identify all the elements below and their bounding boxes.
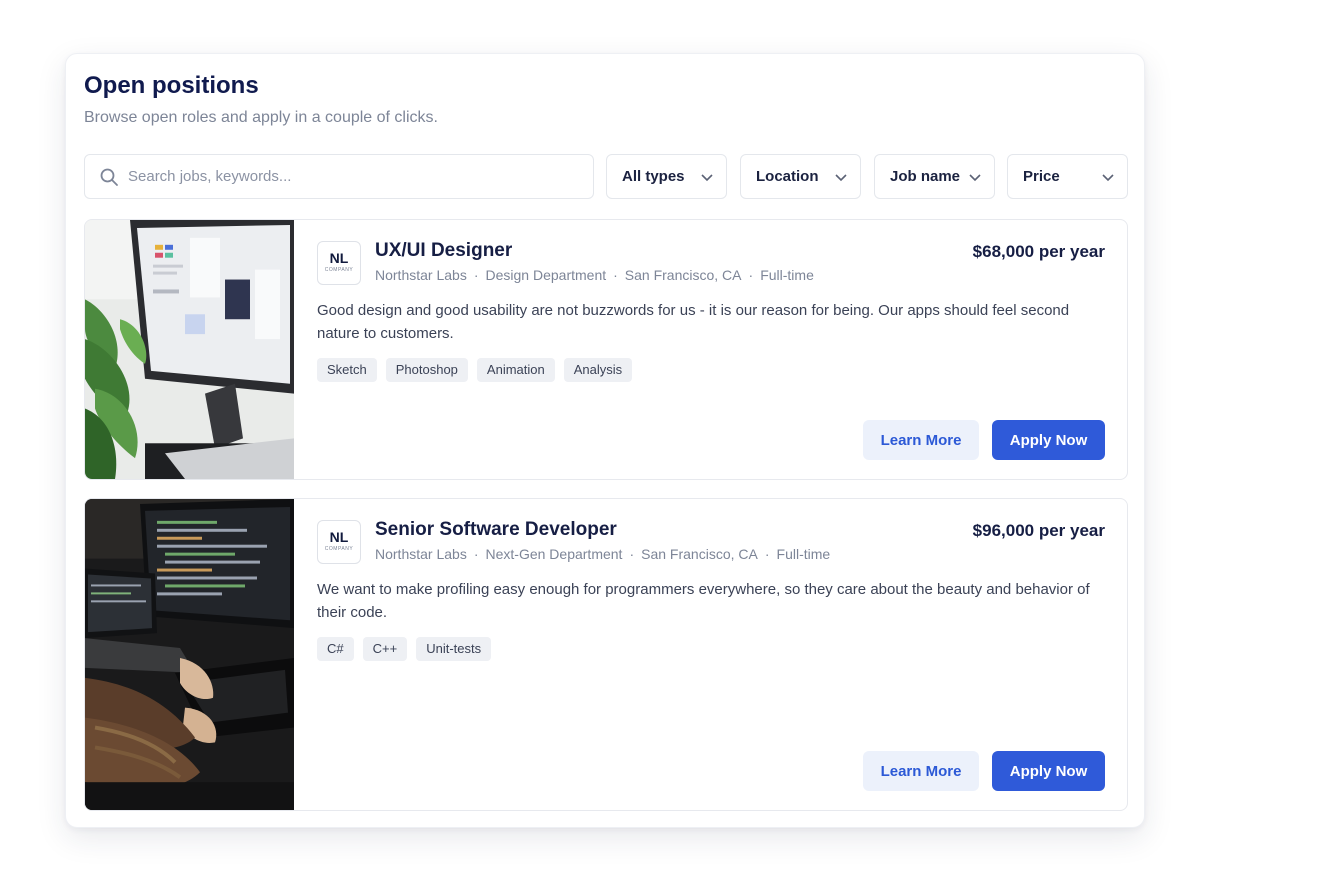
logo-caption: COMPANY (324, 546, 354, 552)
skill-tag: Sketch (317, 358, 377, 382)
chevron-down-icon (701, 173, 713, 181)
page-subtitle: Browse open roles and apply in a couple … (84, 109, 438, 126)
filter-label: Location (756, 168, 819, 185)
search-icon (100, 168, 118, 186)
search-input[interactable] (128, 168, 568, 185)
open-positions-panel: Open positions Browse open roles and app… (65, 53, 1145, 828)
logo-initials: NL (329, 250, 349, 266)
job-title[interactable]: UX/UI Designer (375, 240, 512, 262)
job-card[interactable]: NL COMPANY UX/UI Designer Northstar Labs… (84, 219, 1128, 480)
job-description: Good design and good usability are not b… (317, 302, 1070, 342)
skill-tags: Sketch Photoshop Animation Analysis (317, 358, 633, 382)
location: San Francisco, CA (641, 546, 758, 562)
filter-label: All types (622, 168, 685, 185)
filter-job-name[interactable]: Job name (874, 154, 995, 199)
employment-type: Full-time (776, 546, 831, 562)
department: Design Department (485, 267, 607, 283)
filter-price[interactable]: Price (1007, 154, 1128, 199)
salary: $96,000 per year (972, 521, 1105, 540)
job-meta: Northstar Labs · Design Department · San Fra… (375, 267, 814, 283)
employment-type: Full-time (760, 267, 814, 283)
chevron-down-icon (835, 173, 847, 181)
filter-label: Job name (890, 168, 961, 185)
salary: $68,000 per year (972, 242, 1105, 261)
company-logo: NL COMPANY (317, 241, 361, 285)
search-bar[interactable] (84, 154, 594, 199)
skill-tag: Unit-tests (416, 637, 492, 661)
company-name: Northstar Labs (375, 546, 467, 562)
job-card[interactable]: NL COMPANY Senior Software Developer Nor… (84, 498, 1128, 811)
apply-now-button[interactable]: Apply Now (992, 420, 1105, 460)
skill-tags: C# C++ Unit-tests (317, 637, 492, 661)
skill-tag: Analysis (563, 358, 633, 382)
page-title: Open positions (84, 72, 259, 99)
logo-caption: COMPANY (324, 267, 354, 273)
company-name: Northstar Labs (375, 267, 467, 283)
job-description: We want to make profiling easy enough fo… (317, 581, 1090, 621)
developer-workstation-photo (85, 499, 294, 810)
filter-location[interactable]: Location (740, 154, 861, 199)
designer-workspace-photo (85, 220, 294, 479)
job-meta: Northstar Labs · Next-Gen Department · San F… (375, 546, 831, 562)
company-logo: NL COMPANY (317, 520, 361, 564)
job-title[interactable]: Senior Software Developer (375, 519, 617, 541)
location: San Francisco, CA (624, 267, 742, 283)
chevron-down-icon (969, 173, 981, 181)
skill-tag: Photoshop (385, 358, 468, 382)
skill-tag: Animation (476, 358, 555, 382)
filter-label: Price (1023, 168, 1060, 185)
chevron-down-icon (1102, 173, 1114, 181)
logo-initials: NL (329, 529, 349, 545)
skill-tag: C# (317, 637, 354, 661)
skill-tag: C++ (362, 637, 408, 661)
learn-more-button[interactable]: Learn More (863, 751, 979, 791)
learn-more-button[interactable]: Learn More (863, 420, 979, 460)
filter-all-types[interactable]: All types (606, 154, 727, 199)
apply-now-button[interactable]: Apply Now (992, 751, 1105, 791)
department: Next-Gen Department (485, 546, 623, 562)
